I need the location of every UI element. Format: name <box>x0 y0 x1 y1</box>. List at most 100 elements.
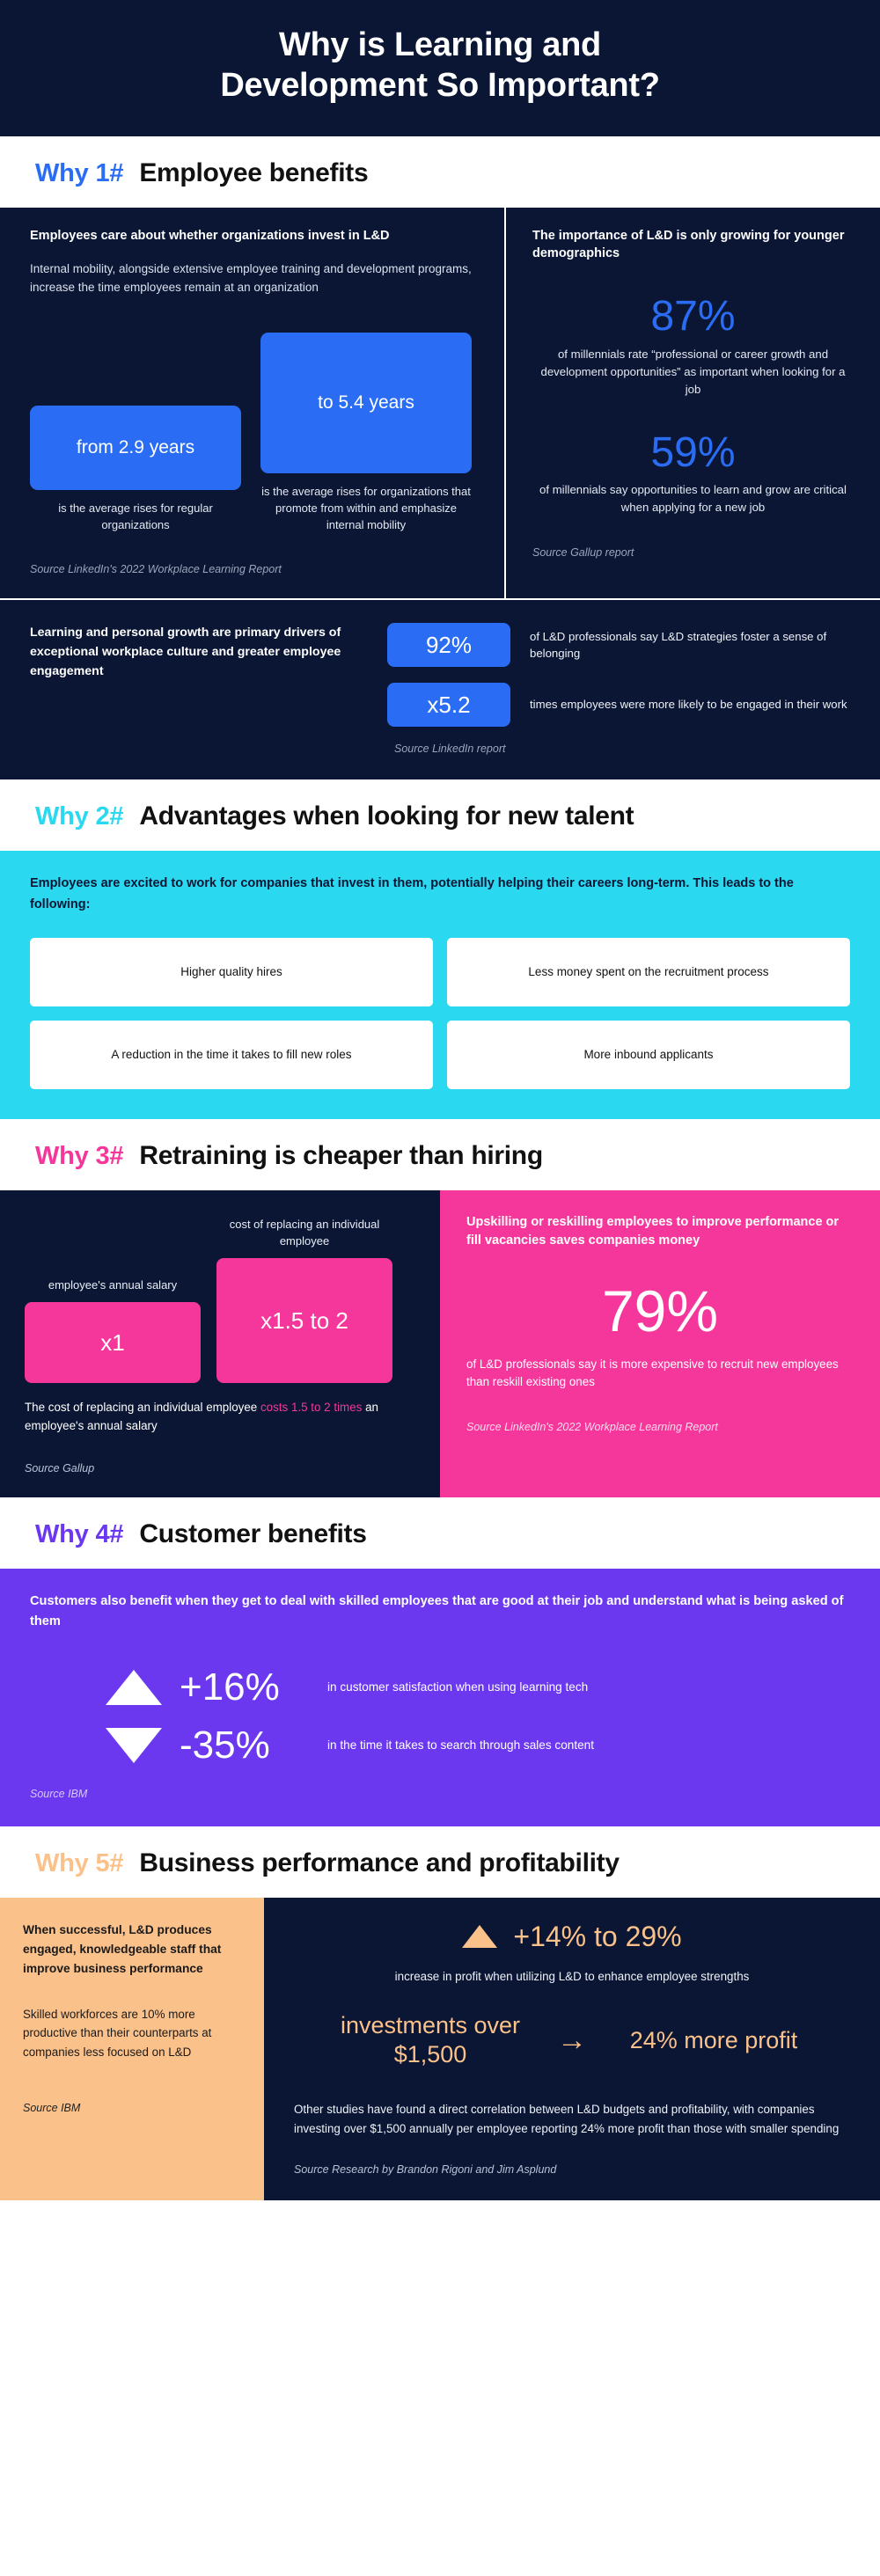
why-1-body: Employees care about whether organizatio… <box>0 207 880 599</box>
section-header-why-2: Why 2# Advantages when looking for new t… <box>0 779 880 852</box>
why-2-body: Employees are excited to work for compan… <box>0 851 880 1119</box>
section-title-why-2: Advantages when looking for new talent <box>139 801 634 831</box>
why-1-right-panel: The importance of L&D is only growing fo… <box>506 208 880 599</box>
why-1-strip-row-1: 92% of L&D professionals say L&D strateg… <box>387 623 850 668</box>
why-1-left-lead: Employees care about whether organizatio… <box>30 228 390 243</box>
page-title: Why is Learning and Development So Impor… <box>35 25 845 106</box>
why-5-left-body: Skilled workforces are 10% more producti… <box>23 2007 212 2059</box>
why-2-card-1: Higher quality hires <box>30 937 433 1006</box>
why-2-lead: Employees are excited to work for compan… <box>30 876 794 911</box>
why-1-right-source: Source Gallup report <box>532 545 634 559</box>
why-5-left-panel: When successful, L&D produces engaged, k… <box>0 1897 264 2200</box>
why-1-strip-stats: 92% of L&D professionals say L&D strateg… <box>387 623 850 755</box>
section-title-why-5: Business performance and profitability <box>139 1848 620 1877</box>
why-1-engagement-strip: Learning and personal growth are primary… <box>0 598 880 780</box>
why-5-note: Other studies have found a direct correl… <box>294 2103 840 2135</box>
triangle-down-icon <box>106 1727 162 1763</box>
why-3-left-panel: employee's annual salary x1 cost of repl… <box>0 1189 440 1497</box>
why-3-right-panel: Upskilling or reskilling employees to im… <box>440 1189 880 1497</box>
why-2-card-3: A reduction in the time it takes to fill… <box>30 1020 433 1089</box>
why-3-note-highlight: costs 1.5 to 2 times <box>260 1401 363 1415</box>
why-2-card-2: Less money spent on the recruitment proc… <box>447 937 850 1006</box>
why-4-caption-1: in customer satisfaction when using lear… <box>327 1680 589 1694</box>
section-title-why-1: Employee benefits <box>139 157 369 187</box>
why-1-stat-value-2: 59% <box>650 428 736 476</box>
why-1-stat-value-1: 87% <box>650 293 736 340</box>
why-4-body: Customers also benefit when they get to … <box>0 1568 880 1826</box>
why-3-right-lead: Upskilling or reskilling employees to im… <box>466 1214 840 1248</box>
hero-banner: Why is Learning and Development So Impor… <box>0 0 880 136</box>
triangle-up-icon <box>106 1669 162 1705</box>
why-1-left-body: Internal mobility, alongside extensive e… <box>30 262 472 294</box>
why-2-card-grid: Higher quality hires Less money spent on… <box>30 937 850 1089</box>
why-3-bar-caption-1: employee's annual salary <box>48 1277 178 1292</box>
section-header-why-1: Why 1# Employee benefits <box>0 135 880 208</box>
why-3-bar-value-2: x1.5 to 2 <box>216 1258 392 1384</box>
why-3-bar-value-1: x1 <box>25 1302 201 1384</box>
section-number-why-2: Why 2# <box>35 802 124 831</box>
why-4-row-2: -35% in the time it takes to search thro… <box>30 1723 850 1767</box>
why-4-row-1: +16% in customer satisfaction when using… <box>30 1665 850 1709</box>
why-1-strip-source: Source LinkedIn report <box>394 743 506 756</box>
section-number-why-3: Why 3# <box>35 1141 124 1170</box>
why-5-left-source: Source IBM <box>23 2102 81 2115</box>
why-3-bar-item-2: cost of replacing an individual employee… <box>216 1217 392 1384</box>
why-1-strip-text-2: times employees were more likely to be e… <box>530 698 847 712</box>
why-1-bar-caption-2: is the average rises for organizations t… <box>261 484 471 531</box>
section-header-why-3: Why 3# Retraining is cheaper than hiring <box>0 1118 880 1190</box>
why-4-caption-2: in the time it takes to search through s… <box>327 1738 595 1753</box>
why-1-left-panel: Employees care about whether organizatio… <box>0 207 506 599</box>
why-5-top-value: +14% to 29% <box>513 1920 682 1952</box>
why-3-left-source: Source Gallup <box>25 1461 95 1475</box>
why-4-source: Source IBM <box>30 1787 88 1800</box>
why-1-strip-chip-1: 92% <box>387 623 510 668</box>
why-1-left-source: Source LinkedIn's 2022 Workplace Learnin… <box>30 563 282 576</box>
why-3-right-stat: 79% <box>601 1277 719 1343</box>
infographic-page: Why is Learning and Development So Impor… <box>0 0 880 2200</box>
why-1-strip-lead: Learning and personal growth are primary… <box>30 626 341 679</box>
why-1-strip-row-2: x5.2 times employees were more likely to… <box>387 683 850 728</box>
why-5-left-lead: When successful, L&D produces engaged, k… <box>23 1922 222 1975</box>
section-header-why-5: Why 5# Business performance and profitab… <box>0 1826 880 1898</box>
page-title-line-2: Development So Important? <box>220 67 660 105</box>
why-4-value-1: +16% <box>180 1665 280 1709</box>
why-5-right-source: Source Research by Brandon Rigoni and Ji… <box>294 2163 557 2176</box>
why-1-strip-chip-2: x5.2 <box>387 683 510 728</box>
section-header-why-4: Why 4# Customer benefits <box>0 1497 880 1569</box>
why-3-right-caption: of L&D professionals say it is more expe… <box>466 1357 839 1388</box>
why-2-card-4: More inbound applicants <box>447 1020 850 1089</box>
why-1-bar-value-2: to 5.4 years <box>260 332 472 473</box>
why-4-lead: Customers also benefit when they get to … <box>30 1593 844 1629</box>
why-1-stat-caption-1: of millennials rate “professional or car… <box>540 348 846 396</box>
triangle-up-icon <box>462 1924 498 1948</box>
section-title-why-3: Retraining is cheaper than hiring <box>139 1140 543 1170</box>
why-1-bar-caption-1: is the average rises for regular organiz… <box>58 501 213 531</box>
why-3-note-part-a: The cost of replacing an individual empl… <box>25 1401 260 1415</box>
section-number-why-4: Why 4# <box>35 1519 124 1548</box>
arrow-right-icon: → <box>557 2023 587 2058</box>
section-title-why-4: Customer benefits <box>139 1519 367 1548</box>
why-3-bar-item-1: employee's annual salary x1 <box>25 1277 201 1384</box>
section-number-why-5: Why 5# <box>35 1848 124 1877</box>
why-4-value-2: -35% <box>180 1723 270 1767</box>
why-5-top-caption: increase in profit when utilizing L&D to… <box>394 1969 750 1983</box>
why-5-arrow-row: investments over $1,500 → 24% more profi… <box>294 2011 850 2071</box>
why-1-right-lead: The importance of L&D is only growing fo… <box>532 228 845 261</box>
why-1-bar-value-1: from 2.9 years <box>30 405 241 490</box>
why-5-body: When successful, L&D produces engaged, k… <box>0 1897 880 2200</box>
section-number-why-1: Why 1# <box>35 158 124 187</box>
why-5-right-panel: +14% to 29% increase in profit when util… <box>264 1897 880 2200</box>
why-1-bar-item-1: from 2.9 years is the average rises for … <box>30 405 241 534</box>
why-1-bar-item-2: to 5.4 years is the average rises for or… <box>260 332 472 534</box>
why-1-bar-chart: from 2.9 years is the average rises for … <box>30 332 474 534</box>
why-3-note: The cost of replacing an individual empl… <box>25 1399 415 1436</box>
why-5-arrow-left-label: investments over $1,500 <box>340 2011 521 2068</box>
why-1-stat-caption-2: of millennials say opportunities to lear… <box>539 483 847 515</box>
why-3-body: employee's annual salary x1 cost of repl… <box>0 1189 880 1497</box>
why-5-arrow-right-label: 24% more profit <box>629 2026 798 2053</box>
why-3-bar-caption-2: cost of replacing an individual employee <box>229 1217 380 1248</box>
why-5-top-row: +14% to 29% <box>294 1922 850 1950</box>
page-title-line-1: Why is Learning and <box>279 26 601 63</box>
why-3-bar-chart: employee's annual salary x1 cost of repl… <box>25 1217 415 1384</box>
why-1-strip-text-1: of L&D professionals say L&D strategies … <box>530 629 827 661</box>
